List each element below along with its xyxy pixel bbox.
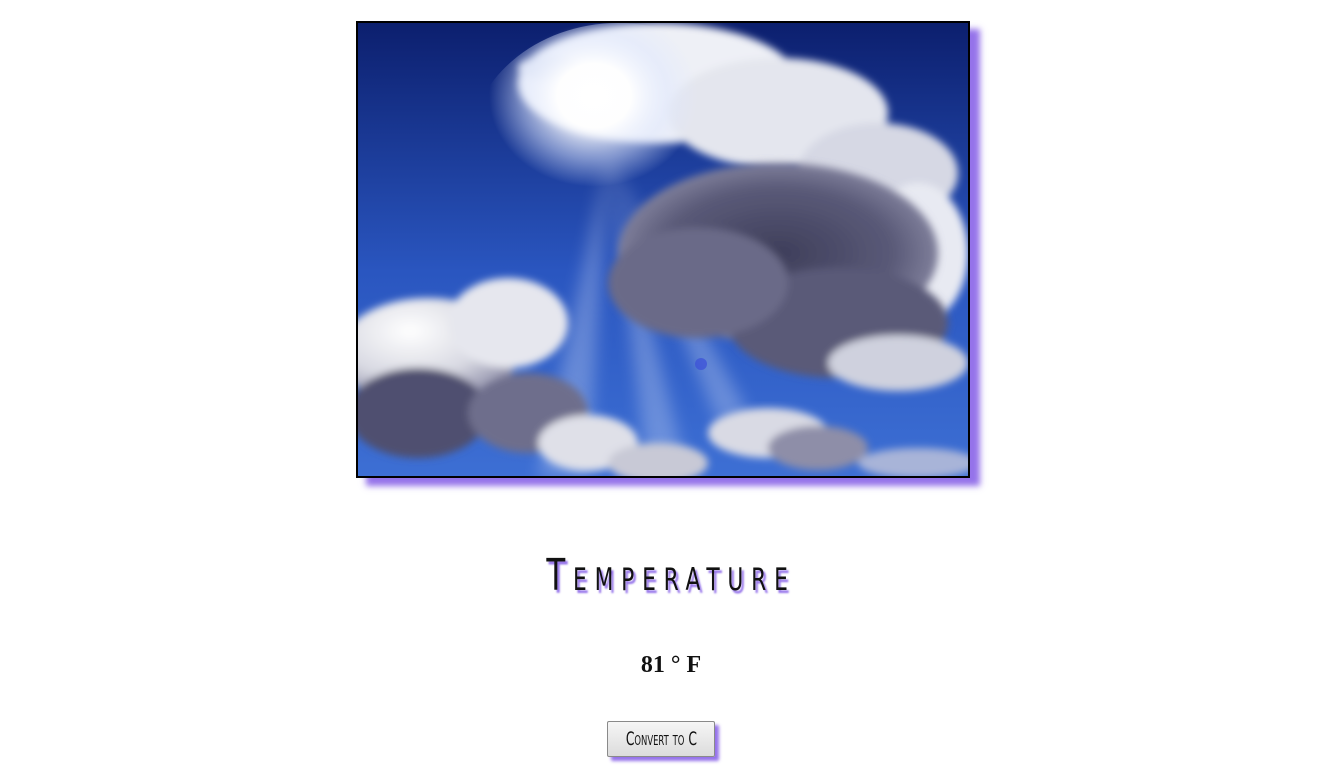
convert-to-celsius-button[interactable]: Convert to C <box>607 721 715 757</box>
convert-button-label: Convert to C <box>625 728 697 750</box>
weather-page: Temperature 81 ° F Convert to C <box>0 0 1342 768</box>
page-title: Temperature <box>546 550 796 601</box>
sky-photo <box>356 21 970 478</box>
temperature-reading: 81 ° F <box>640 652 702 678</box>
sky-photo-graphic <box>358 23 968 476</box>
